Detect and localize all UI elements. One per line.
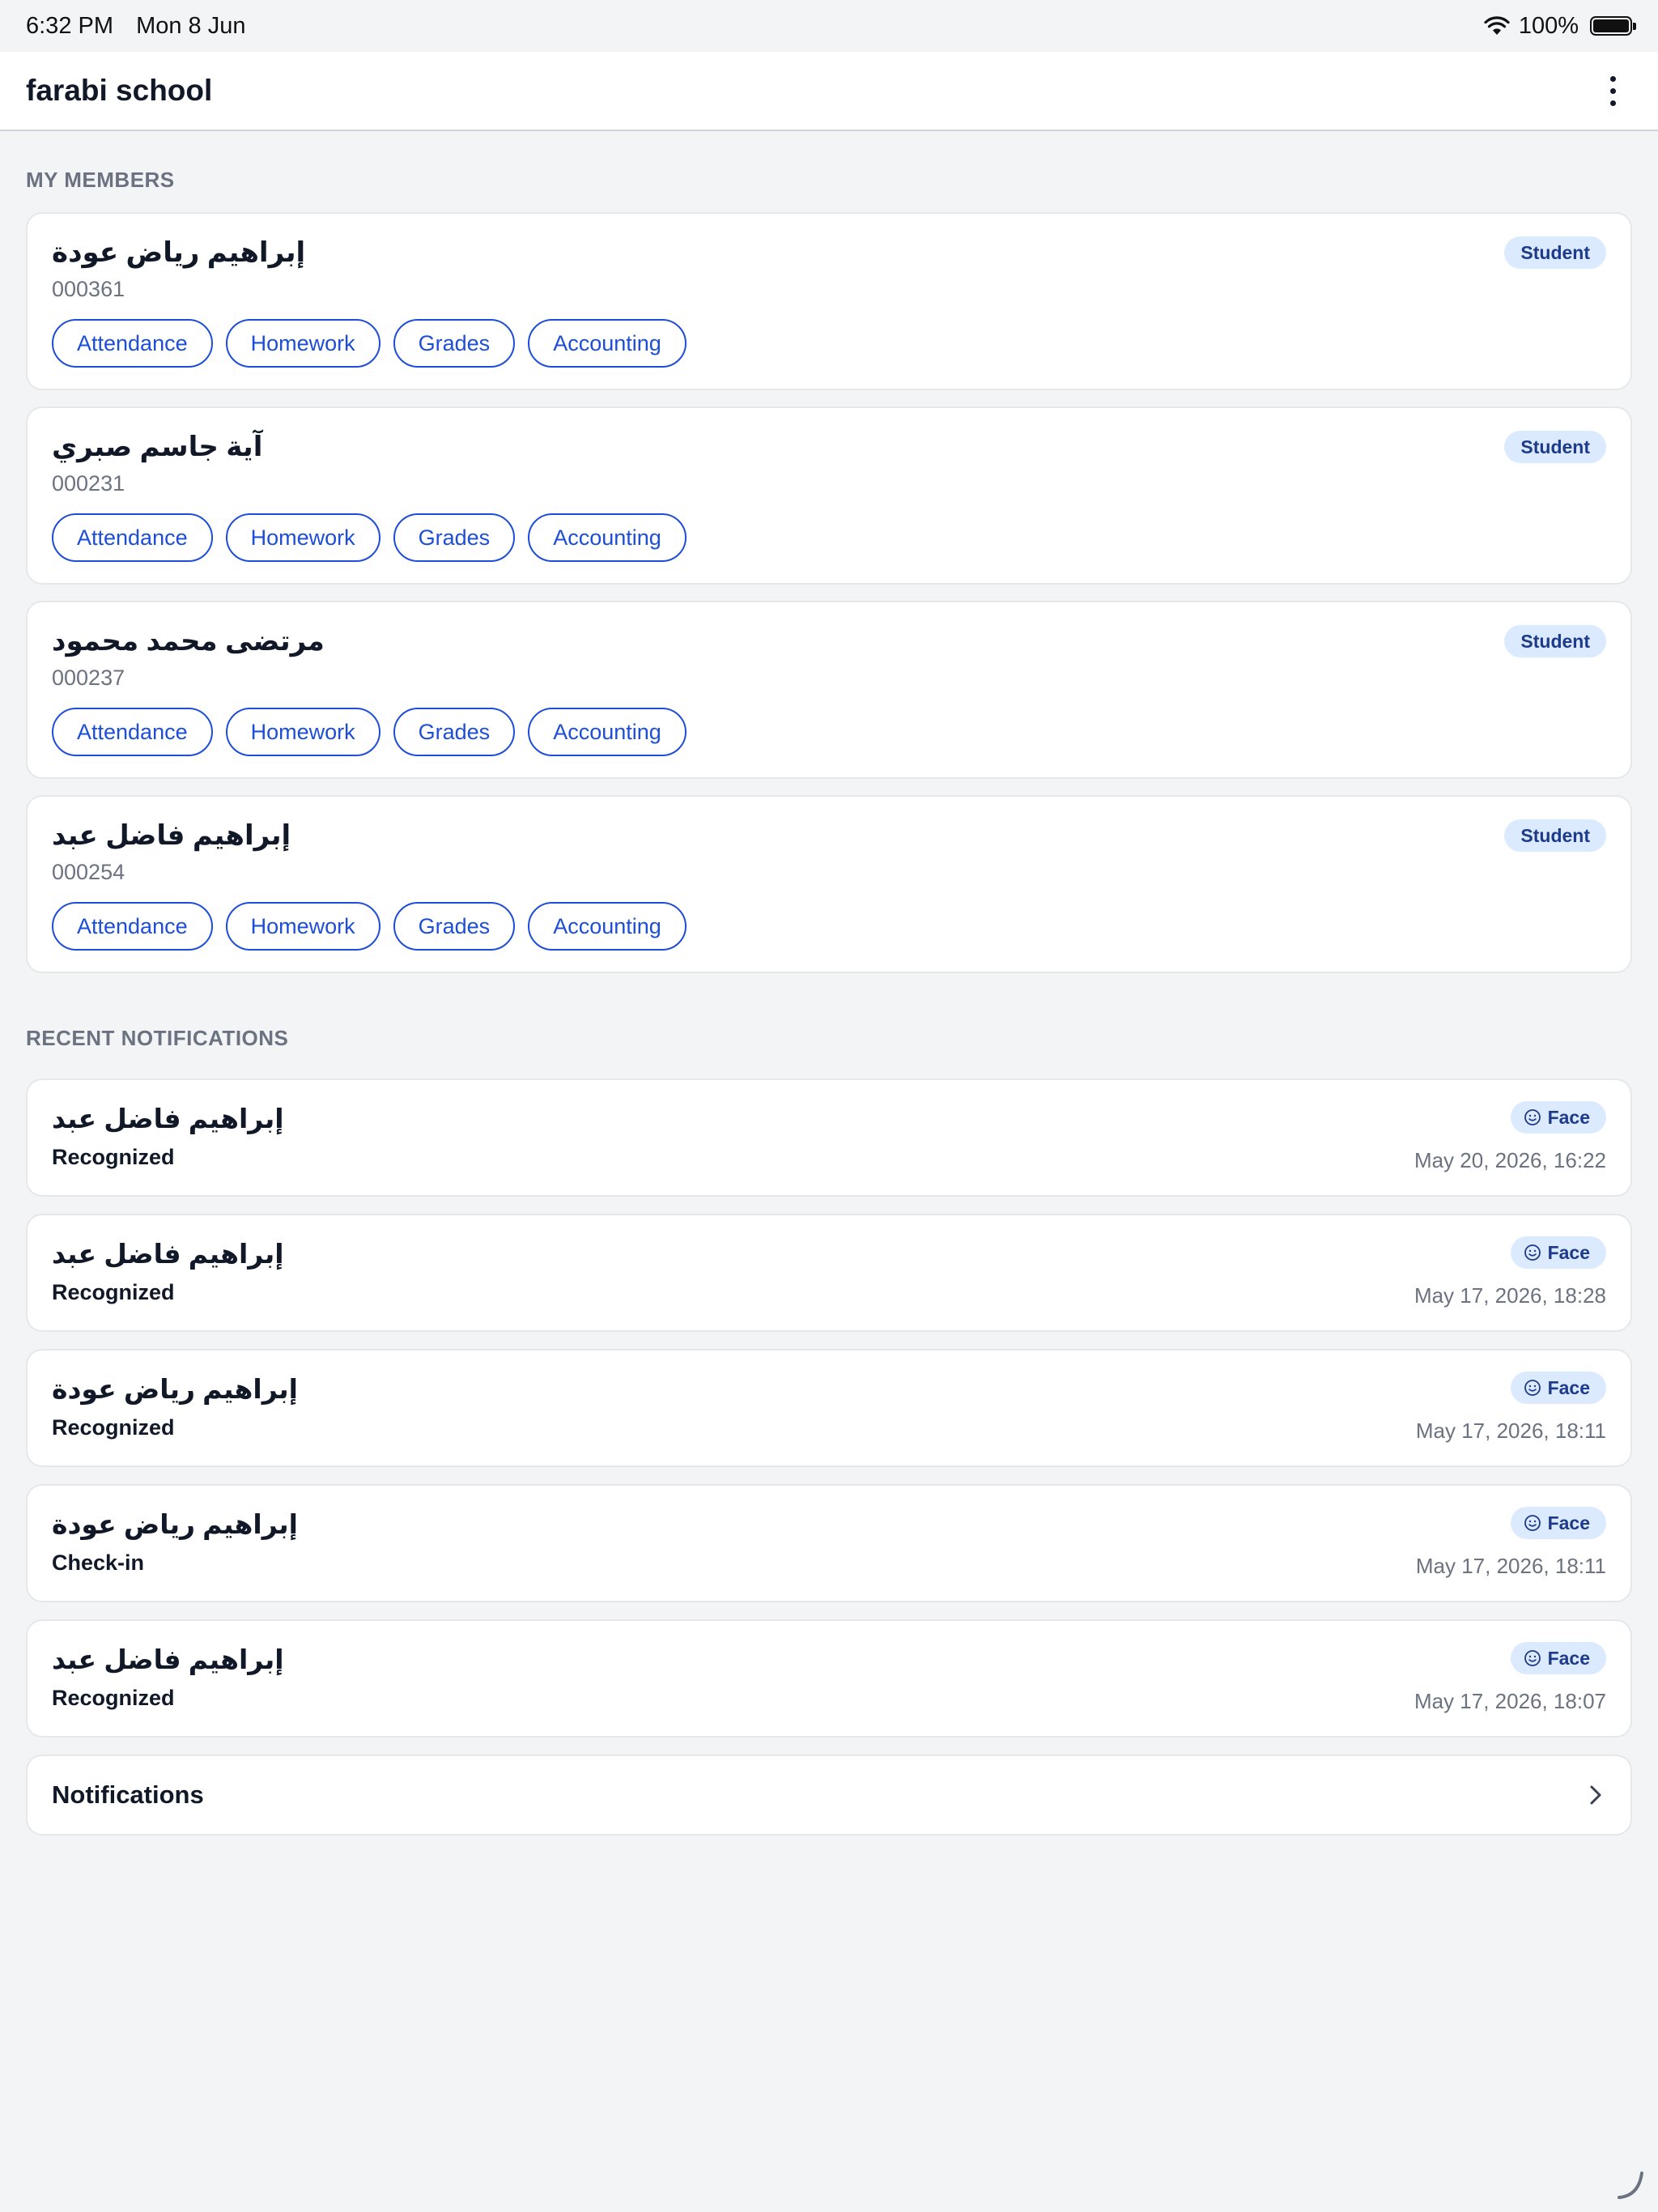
grades-button[interactable]: Grades bbox=[393, 708, 516, 756]
member-id: 000254 bbox=[52, 860, 125, 884]
notification-name: إبراهيم رياض عودة bbox=[52, 1374, 298, 1404]
smile-face-icon bbox=[1524, 1650, 1541, 1666]
face-badge-label: Face bbox=[1547, 1241, 1590, 1263]
notification-time: May 20, 2026, 16:22 bbox=[1414, 1148, 1606, 1172]
member-name: إبراهيم رياض عودة bbox=[52, 237, 306, 268]
status-time: 6:32 PM bbox=[26, 12, 113, 39]
notification-name: إبراهيم فاضل عبد bbox=[52, 1239, 284, 1269]
face-badge-label: Face bbox=[1547, 1106, 1590, 1128]
homework-button[interactable]: Homework bbox=[225, 708, 380, 756]
accounting-button[interactable]: Accounting bbox=[528, 319, 687, 368]
member-id: 000231 bbox=[52, 471, 125, 496]
notification-time: May 17, 2026, 18:11 bbox=[1415, 1554, 1606, 1578]
member-id: 000361 bbox=[52, 277, 125, 301]
member-id: 000237 bbox=[52, 666, 125, 690]
accounting-button[interactable]: Accounting bbox=[528, 902, 687, 951]
more-vertical-icon[interactable] bbox=[1596, 66, 1629, 115]
notification-name: إبراهيم فاضل عبد bbox=[52, 1104, 284, 1134]
members-list: إبراهيم رياض عودة 000361 Attendance Home… bbox=[26, 212, 1632, 973]
notifications-list: إبراهيم فاضل عبد Recognized Face May 20,… bbox=[26, 1078, 1632, 1738]
homework-button[interactable]: Homework bbox=[225, 513, 380, 562]
member-card: إبراهيم فاضل عبد 000254 Attendance Homew… bbox=[26, 795, 1632, 973]
grades-button[interactable]: Grades bbox=[393, 513, 516, 562]
notification-event: Recognized bbox=[52, 1145, 175, 1169]
notification-time: May 17, 2026, 18:28 bbox=[1414, 1283, 1606, 1308]
homework-button[interactable]: Homework bbox=[225, 902, 380, 951]
accounting-button[interactable]: Accounting bbox=[528, 513, 687, 562]
member-actions: Attendance Homework Grades Accounting bbox=[52, 319, 1606, 368]
notification-item[interactable]: إبراهيم رياض عودة Recognized Face May 17… bbox=[26, 1349, 1632, 1467]
notification-event: Check-in bbox=[52, 1551, 145, 1575]
notification-time: May 17, 2026, 18:07 bbox=[1414, 1689, 1606, 1713]
smile-face-icon bbox=[1524, 1380, 1541, 1396]
notification-name: إبراهيم رياض عودة bbox=[52, 1509, 298, 1539]
member-name: إبراهيم فاضل عبد bbox=[52, 820, 291, 851]
smile-face-icon bbox=[1524, 1109, 1541, 1125]
notifications-link-label: Notifications bbox=[52, 1780, 204, 1809]
member-name: مرتضى محمد محمود bbox=[52, 626, 325, 657]
status-date: Mon 8 Jun bbox=[136, 12, 246, 39]
resize-handle-icon bbox=[1618, 2172, 1643, 2199]
smile-face-icon bbox=[1524, 1244, 1541, 1261]
app-header: farabi school bbox=[0, 52, 1658, 131]
grades-button[interactable]: Grades bbox=[393, 902, 516, 951]
notification-event: Recognized bbox=[52, 1280, 175, 1304]
member-card: إبراهيم رياض عودة 000361 Attendance Home… bbox=[26, 212, 1632, 390]
notification-event: Recognized bbox=[52, 1415, 175, 1440]
notification-item[interactable]: إبراهيم فاضل عبد Recognized Face May 17,… bbox=[26, 1619, 1632, 1738]
face-badge-label: Face bbox=[1547, 1647, 1590, 1669]
face-badge: Face bbox=[1510, 1236, 1606, 1269]
attendance-button[interactable]: Attendance bbox=[52, 902, 213, 951]
face-badge: Face bbox=[1510, 1372, 1606, 1404]
status-bar: 6:32 PM Mon 8 Jun 100% bbox=[0, 0, 1658, 52]
notifications-section-title: RECENT NOTIFICATIONS bbox=[26, 1026, 289, 1050]
role-badge: Student bbox=[1504, 819, 1606, 852]
main-content: MY MEMBERS إبراهيم رياض عودة 000361 Atte… bbox=[26, 131, 1632, 1836]
notification-time: May 17, 2026, 18:11 bbox=[1415, 1419, 1606, 1443]
member-card: مرتضى محمد محمود 000237 Attendance Homew… bbox=[26, 601, 1632, 779]
face-badge: Face bbox=[1510, 1101, 1606, 1134]
face-badge-label: Face bbox=[1547, 1512, 1590, 1534]
member-actions: Attendance Homework Grades Accounting bbox=[52, 513, 1606, 562]
notification-name: إبراهيم فاضل عبد bbox=[52, 1644, 284, 1674]
member-actions: Attendance Homework Grades Accounting bbox=[52, 708, 1606, 756]
status-left: 6:32 PM Mon 8 Jun bbox=[26, 13, 245, 40]
members-section-title: MY MEMBERS bbox=[26, 168, 175, 192]
status-right: 100% bbox=[1483, 12, 1636, 40]
smile-face-icon bbox=[1524, 1515, 1541, 1531]
face-badge-label: Face bbox=[1547, 1376, 1590, 1398]
face-badge: Face bbox=[1510, 1642, 1606, 1674]
accounting-button[interactable]: Accounting bbox=[528, 708, 687, 756]
attendance-button[interactable]: Attendance bbox=[52, 708, 213, 756]
member-actions: Attendance Homework Grades Accounting bbox=[52, 902, 1606, 951]
role-badge: Student bbox=[1504, 431, 1606, 463]
member-name: آية جاسم صبري bbox=[52, 432, 263, 462]
attendance-button[interactable]: Attendance bbox=[52, 513, 213, 562]
role-badge: Student bbox=[1504, 236, 1606, 269]
battery-icon bbox=[1590, 16, 1636, 36]
grades-button[interactable]: Grades bbox=[393, 319, 516, 368]
chevron-right-icon bbox=[1590, 1785, 1601, 1805]
face-badge: Face bbox=[1510, 1507, 1606, 1539]
notification-item[interactable]: إبراهيم فاضل عبد Recognized Face May 20,… bbox=[26, 1078, 1632, 1197]
notifications-link[interactable]: Notifications bbox=[26, 1755, 1632, 1836]
notification-item[interactable]: إبراهيم رياض عودة Check-in Face May 17, … bbox=[26, 1484, 1632, 1602]
role-badge: Student bbox=[1504, 625, 1606, 657]
page-title: farabi school bbox=[26, 74, 213, 107]
homework-button[interactable]: Homework bbox=[225, 319, 380, 368]
battery-percent: 100% bbox=[1518, 12, 1579, 39]
notification-item[interactable]: إبراهيم فاضل عبد Recognized Face May 17,… bbox=[26, 1214, 1632, 1332]
wifi-icon bbox=[1484, 16, 1510, 35]
attendance-button[interactable]: Attendance bbox=[52, 319, 213, 368]
member-card: آية جاسم صبري 000231 Attendance Homework… bbox=[26, 406, 1632, 585]
notification-event: Recognized bbox=[52, 1686, 175, 1710]
